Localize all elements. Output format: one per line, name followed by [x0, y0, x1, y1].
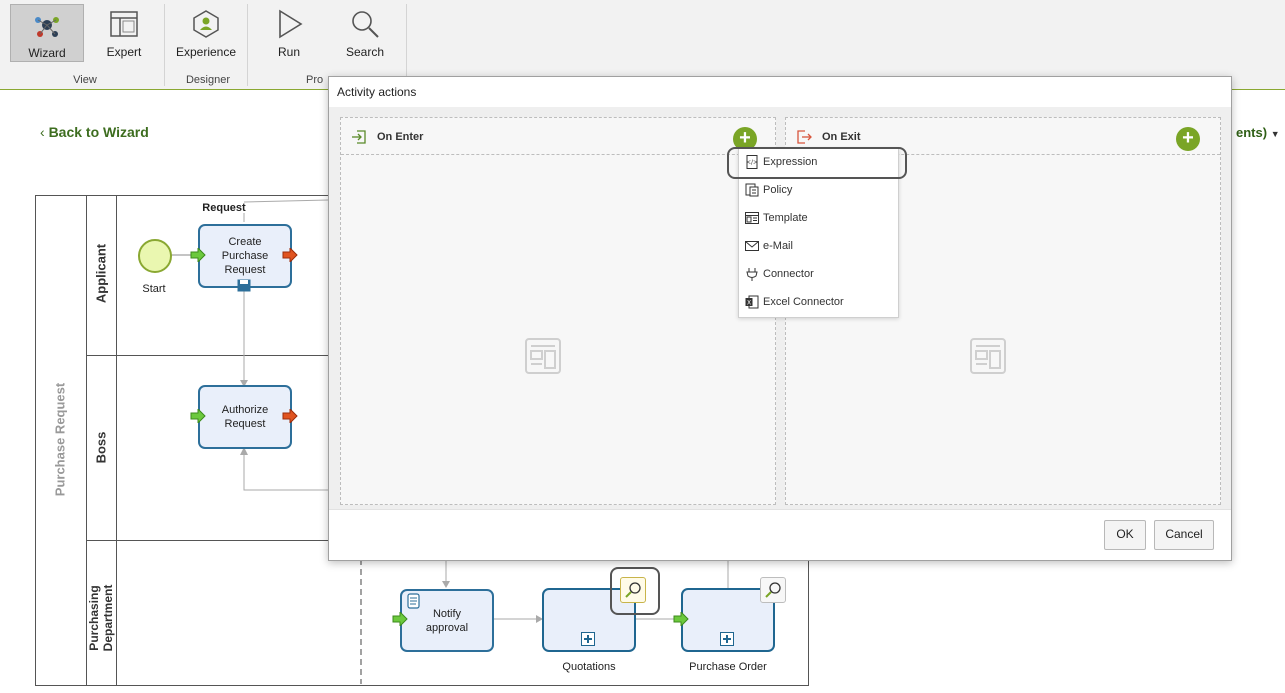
activity-actions-icon[interactable] [760, 577, 786, 603]
email-icon [745, 241, 759, 251]
green-arrow-icon [190, 248, 206, 262]
excel-connector-icon: X [745, 295, 759, 309]
task-notify-label: Notify approval [425, 607, 469, 634]
menu-item-label: Template [763, 212, 808, 224]
svg-text:X: X [747, 300, 751, 307]
menu-item-template[interactable]: Template [739, 205, 898, 233]
red-arrow-icon [282, 248, 298, 262]
template-icon [745, 212, 759, 224]
save-icon [237, 279, 251, 292]
green-arrow-icon [190, 409, 206, 423]
menu-item-excel-connector[interactable]: X Excel Connector [739, 289, 898, 317]
enter-icon [352, 130, 366, 144]
empty-form-icon [970, 338, 1006, 374]
highlight-ring [610, 567, 660, 615]
dialog-footer-divider [329, 509, 1231, 510]
subprocess-plus-icon [720, 632, 734, 646]
highlight-ring [727, 147, 907, 179]
menu-item-label: Policy [763, 184, 793, 196]
red-arrow-icon [282, 409, 298, 423]
script-icon [407, 593, 420, 609]
menu-item-label: e-Mail [763, 240, 793, 252]
on-enter-label: On Enter [377, 131, 424, 143]
dialog-title: Activity actions [337, 85, 417, 99]
plus-icon: + [739, 127, 751, 149]
menu-item-label: Connector [763, 268, 814, 280]
green-arrow-icon [392, 612, 408, 626]
empty-form-icon [525, 338, 561, 374]
policy-icon [745, 183, 759, 197]
on-enter-header: On Enter + [341, 118, 775, 155]
connector-icon [746, 268, 758, 281]
menu-item-policy[interactable]: Policy [739, 177, 898, 205]
ok-button[interactable]: OK [1104, 520, 1146, 550]
menu-item-label: Excel Connector [763, 296, 844, 308]
green-arrow-icon [673, 612, 689, 626]
subprocess-purchase-order-label: Purchase Order [689, 661, 767, 673]
subprocess-plus-icon [581, 632, 595, 646]
on-exit-label: On Exit [822, 131, 861, 143]
task-authorize-label: Authorize Request [221, 404, 269, 430]
plus-icon: + [1182, 127, 1194, 149]
start-event[interactable] [138, 239, 172, 273]
on-enter-panel: On Enter + [340, 117, 776, 505]
menu-item-connector[interactable]: Connector [739, 261, 898, 289]
start-event-label: Start [142, 283, 166, 295]
task-create-label: Create Purchase Request [221, 236, 269, 276]
exit-icon [797, 130, 812, 144]
actions-wrench-icon [765, 582, 781, 598]
on-exit-add-button[interactable]: + [1176, 127, 1200, 151]
request-lane-label: Request [202, 202, 246, 214]
menu-item-email[interactable]: e-Mail [739, 233, 898, 261]
subprocess-quotations-label: Quotations [562, 661, 616, 673]
cancel-button[interactable]: Cancel [1154, 520, 1214, 550]
task-authorize-request[interactable]: Authorize Request [198, 385, 292, 449]
